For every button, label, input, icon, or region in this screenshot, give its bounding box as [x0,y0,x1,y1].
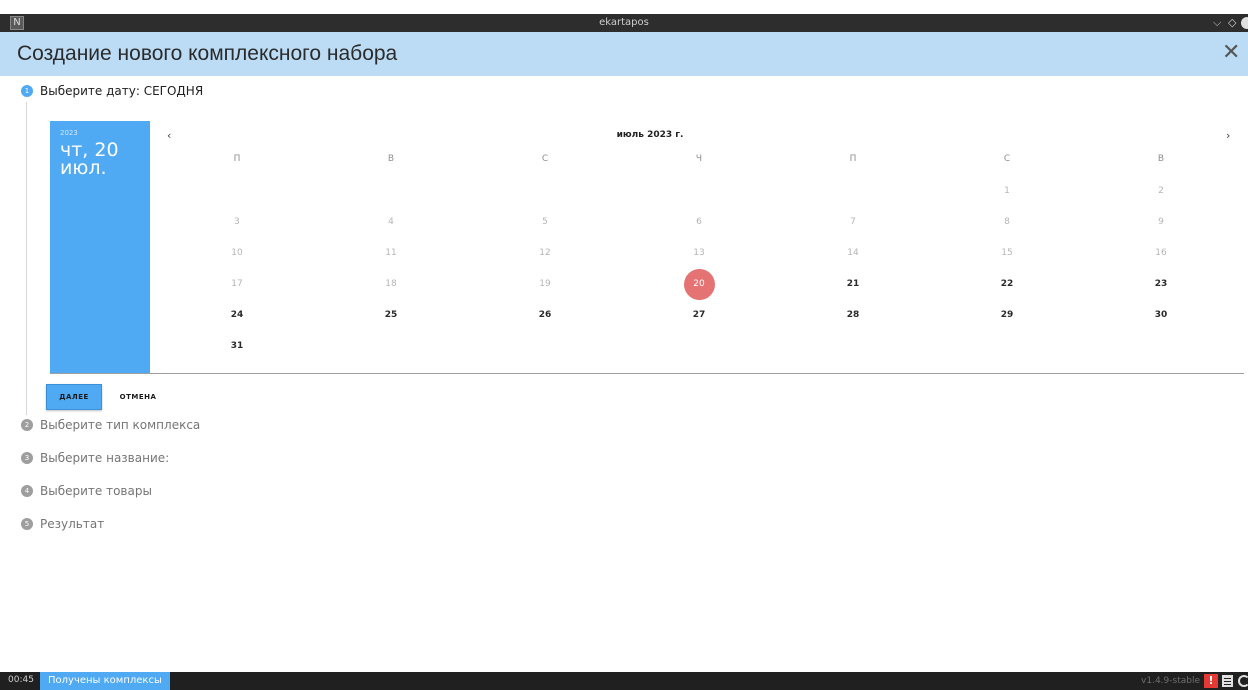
calendar-day[interactable]: 24 [160,300,314,331]
calendar-day[interactable]: 25 [314,300,468,331]
calendar-day-disabled: 7 [850,217,856,227]
close-icon[interactable]: ✕ [1222,40,1240,65]
chevron-left-icon[interactable]: ‹ [167,129,171,142]
calendar-day[interactable]: 30 [1084,300,1238,331]
calendar-day-disabled: 5 [542,217,548,227]
calendar-day-disabled: 2 [1158,186,1164,196]
app-version: v1.4.9-stable [1141,676,1200,686]
step-3-label[interactable]: Выберите название: [40,451,169,465]
calendar-day-disabled: 17 [231,279,243,289]
step-4-label[interactable]: Выберите товары [40,484,152,498]
calendar-weekday-row: ПВСЧПСВ [160,145,1244,176]
calendar-day-disabled: 19 [539,279,551,289]
cancel-button[interactable]: ОТМЕНА [110,384,166,410]
weekday-label: П [233,154,241,164]
document-icon[interactable] [1222,675,1233,687]
calendar-day-disabled: 16 [1155,248,1167,258]
calendar-day[interactable]: 26 [468,300,622,331]
next-button[interactable]: ДАЛЕЕ [46,384,102,410]
calendar-week-row: 3 4 5 6 7 8 9 [160,207,1244,238]
selected-year[interactable]: 2023 [60,129,78,137]
weekday-label: В [387,154,395,164]
calendar-day-disabled: 10 [231,248,243,258]
stepper-connector-line [26,102,27,415]
calendar-week-row: 24 25 26 27 28 29 30 [160,300,1244,331]
window-close-icon[interactable] [1241,17,1248,29]
chevron-right-icon[interactable]: › [1226,129,1230,142]
calendar-week-row: 10 11 12 13 14 15 16 [160,238,1244,269]
calendar-day-disabled: 4 [388,217,394,227]
calendar-day-disabled: 3 [234,217,240,227]
date-picker: 2023 чт, 20 июл. ‹ июль 2023 г. › ПВСЧПС… [50,121,1244,374]
warning-icon[interactable]: ! [1204,674,1218,688]
weekday-label: Ч [695,154,703,164]
weekday-label: С [1003,154,1011,164]
calendar-day-today[interactable]: 20 [622,269,776,300]
calendar-day-disabled: 14 [847,248,859,258]
calendar-day-disabled: 11 [385,248,397,258]
calendar-day[interactable]: 23 [1084,269,1238,300]
calendar-day[interactable]: 27 [622,300,776,331]
step-5-number: 5 [21,518,33,530]
calendar-day[interactable]: 28 [776,300,930,331]
dialog-header: Создание нового комплексного набора ✕ [0,32,1248,76]
weekday-label: П [849,154,857,164]
date-picker-header: 2023 чт, 20 июл. [50,121,150,373]
calendar-day-disabled: 18 [385,279,397,289]
calendar-week-row: 17 18 19 20 21 22 23 [160,269,1244,300]
calendar-day-disabled: 1 [1004,186,1010,196]
window-title: ekartapos [599,17,649,28]
step-1-label[interactable]: Выберите дату: СЕГОДНЯ [40,84,203,98]
step-5-label[interactable]: Результат [40,517,104,531]
calendar-day-disabled: 15 [1001,248,1013,258]
weekday-label: С [541,154,549,164]
maximize-icon[interactable]: ◇ [1228,16,1236,30]
weekday-label: В [1157,154,1165,164]
step-4-number: 4 [21,485,33,497]
selected-date: чт, 20 июл. [60,139,119,179]
minimize-icon[interactable]: ⌵ [1213,16,1221,30]
calendar-day-disabled: 8 [1004,217,1010,227]
step-2-label[interactable]: Выберите тип комплекса [40,418,200,432]
calendar-week-row: 31 [160,331,1244,362]
calendar-day[interactable]: 22 [930,269,1084,300]
calendar-day[interactable]: 29 [930,300,1084,331]
calendar-day-disabled: 13 [693,248,705,258]
step-2-number: 2 [21,419,33,431]
step-3-number: 3 [21,452,33,464]
calendar-day-disabled: 6 [696,217,702,227]
calendar-day[interactable]: 21 [776,269,930,300]
calendar-day[interactable]: 31 [160,331,314,362]
step-1-number: 1 [21,85,33,97]
window-titlebar: N ekartapos ⌵ ◇ [0,14,1248,32]
sync-icon[interactable] [1238,675,1248,687]
calendar-month-label: июль 2023 г. [616,130,684,140]
status-time: 00:45 [8,675,34,685]
calendar-grid: П В С Ч П С В 1 2 3 4 5 6 7 8 9 10 11 12 13 14 15 16 17 18 19 20 21… [160,145,1244,362]
calendar-day-disabled: 9 [1158,217,1164,227]
calendar-week-row: 12 [160,176,1244,207]
status-bar: 00:45 Получены комплексы v1.4.9-stable ! [0,672,1248,690]
dialog-title: Создание нового комплексного набора [17,42,398,65]
calendar-day-disabled: 12 [539,248,551,258]
calendar-day-label: 20 [683,269,715,300]
status-message: Получены комплексы [40,672,170,690]
